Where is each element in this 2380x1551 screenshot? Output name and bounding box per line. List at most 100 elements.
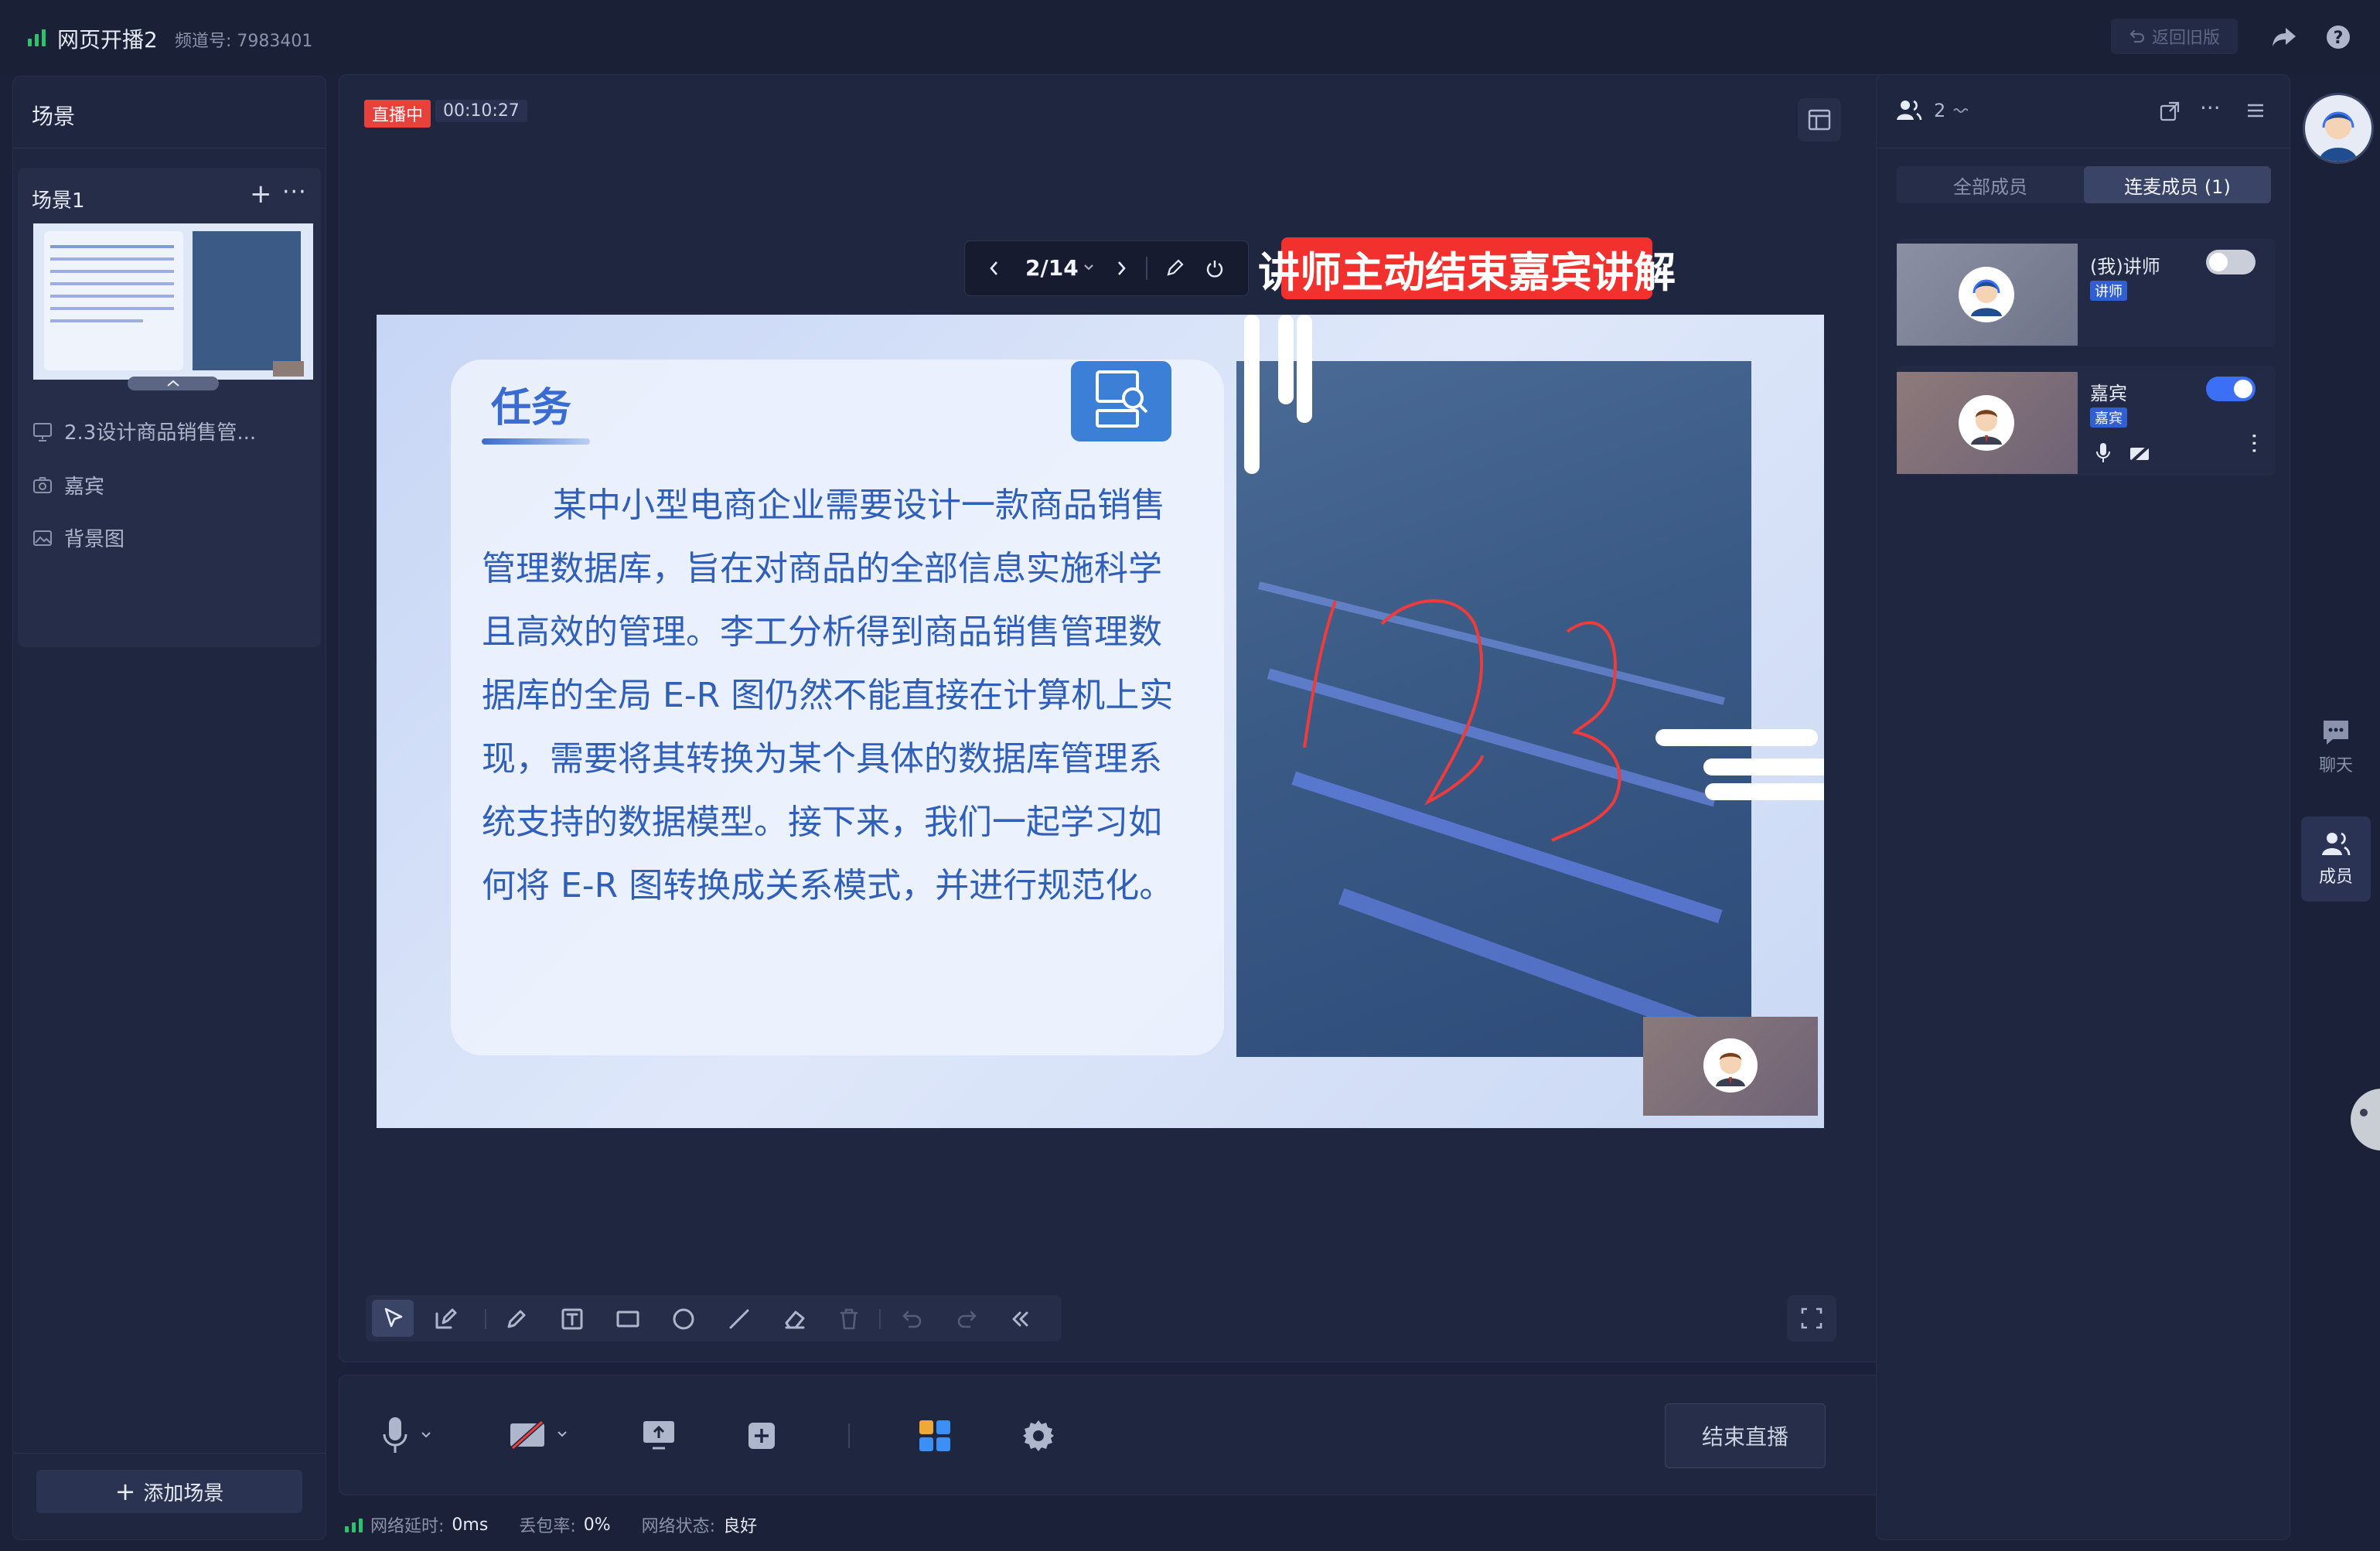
add-scene-button[interactable]: + 添加场景 <box>36 1470 302 1513</box>
menu-icon[interactable] <box>2245 100 2266 121</box>
share-icon[interactable] <box>2270 25 2298 49</box>
power-icon[interactable] <box>1203 257 1226 280</box>
channel-number: 频道号: 7983401 <box>175 32 313 51</box>
redo-icon[interactable] <box>953 1306 980 1332</box>
teacher-avatar <box>1959 267 2014 322</box>
camera-off-icon <box>510 1420 544 1450</box>
microphone-icon[interactable] <box>2095 441 2112 465</box>
apps-grid-icon[interactable] <box>918 1419 952 1453</box>
pencil-icon[interactable] <box>503 1306 530 1332</box>
guest-video-pip[interactable] <box>1643 1017 1818 1116</box>
collapse-toolbar-icon[interactable] <box>1006 1306 1032 1332</box>
help-icon[interactable]: ? <box>2324 23 2352 51</box>
screen-share-icon[interactable] <box>641 1419 677 1451</box>
tab-all-members[interactable]: 全部成员 <box>1897 166 2084 203</box>
image-icon <box>33 530 52 546</box>
scene-panel: 场景 场景1 + ··· 2.3设计商品销售管... 嘉宾 背景图 + 添加场景 <box>12 76 326 1540</box>
camera-button[interactable] <box>508 1419 568 1450</box>
slide-heading: 任务 <box>491 385 572 431</box>
next-page-icon[interactable] <box>1112 258 1130 278</box>
mic-link-toggle[interactable] <box>2206 377 2256 401</box>
side-nav-chat[interactable]: 聊天 <box>2303 718 2369 792</box>
slide-canvas[interactable]: 任务 某中小型电商企业需要设计一款商品销售管理数据库，旨在对商品的全部信息实施科… <box>377 315 1824 1128</box>
chevron-up-icon <box>167 380 179 387</box>
end-live-button[interactable]: 结束直播 <box>1665 1403 1826 1468</box>
wave-icon <box>1953 108 1968 113</box>
top-bar: 网页开播2 频道号: 7983401 返回旧版 ? <box>0 0 2380 74</box>
settings-gear-icon[interactable] <box>1020 1417 1057 1454</box>
add-icon[interactable]: + <box>250 179 272 210</box>
chevron-down-icon[interactable] <box>1083 261 1095 274</box>
layout-icon <box>1808 109 1831 131</box>
signal-icon <box>345 1517 363 1532</box>
floating-assistant-icon[interactable] <box>2351 1089 2380 1150</box>
scene-item-guest[interactable]: 嘉宾 <box>32 471 104 499</box>
prev-page-icon[interactable] <box>985 258 1004 278</box>
live-badge: 直播中 <box>364 100 431 128</box>
svg-text:?: ? <box>2334 29 2344 48</box>
undo-icon[interactable] <box>899 1306 926 1332</box>
presentation-icon <box>33 422 52 441</box>
fullscreen-icon <box>1801 1307 1823 1329</box>
annotation-strokes <box>1303 599 1621 842</box>
undo-icon <box>2129 29 2145 43</box>
trash-icon[interactable] <box>836 1306 862 1332</box>
scene-panel-title: 场景 <box>32 104 76 129</box>
signal-icon <box>28 28 46 46</box>
page-toolbar: 2/14 <box>964 240 1249 296</box>
pen-icon[interactable] <box>1163 257 1186 280</box>
scene-thumbnail[interactable] <box>33 223 313 380</box>
latency-value: 0ms <box>452 1515 489 1535</box>
edit-box-icon[interactable] <box>432 1306 459 1332</box>
microphone-icon <box>383 1417 407 1453</box>
member-row[interactable]: 嘉宾 嘉宾 ··· <box>1897 366 2276 476</box>
live-timer: 00:10:27 <box>435 100 527 122</box>
member-count: 2 <box>1934 100 1946 121</box>
text-icon[interactable] <box>559 1306 585 1332</box>
control-bar: 结束直播 <box>339 1375 1887 1495</box>
user-avatar[interactable] <box>2303 93 2374 164</box>
loss-value: 0% <box>583 1515 611 1535</box>
computer-search-icon <box>1071 361 1171 441</box>
member-row[interactable]: (我)讲师 讲师 <box>1897 239 2276 347</box>
member-name: 嘉宾 <box>2090 383 2127 404</box>
chevron-down-icon <box>421 1432 431 1438</box>
microphone-button[interactable] <box>380 1414 432 1456</box>
more-icon[interactable]: ··· <box>2200 95 2221 121</box>
select-tool[interactable] <box>372 1300 414 1337</box>
app-title: 网页开播2 <box>57 27 158 53</box>
member-tabs: 全部成员 连麦成员 (1) <box>1897 166 2271 203</box>
guest-avatar <box>1959 395 2014 451</box>
network-quality: 良好 <box>723 1517 758 1536</box>
scene-name: 场景1 <box>32 189 85 213</box>
camera-off-icon[interactable] <box>2129 445 2152 463</box>
eraser-icon[interactable] <box>782 1306 808 1332</box>
page-indicator[interactable]: 2/14 <box>1025 255 1079 281</box>
rectangle-icon[interactable] <box>615 1306 641 1332</box>
camera-icon <box>33 476 52 493</box>
collapse-handle[interactable] <box>128 377 219 390</box>
side-nav-members[interactable]: 成员 <box>2301 816 2371 902</box>
stage-panel: 直播中 00:10:27 2/14 讲师主动结束嘉宾讲解 任务 某中小型电商企业… <box>339 74 1887 1362</box>
add-media-icon[interactable] <box>746 1420 777 1451</box>
chat-icon <box>2324 721 2348 745</box>
member-name: (我)讲师 <box>2090 256 2160 278</box>
member-video <box>1897 372 2078 474</box>
fullscreen-button[interactable] <box>1787 1295 1836 1341</box>
drawing-toolbar <box>366 1295 1062 1341</box>
back-old-version-button[interactable]: 返回旧版 <box>2111 19 2238 54</box>
mic-link-toggle[interactable] <box>2206 250 2256 274</box>
chevron-down-icon <box>557 1431 567 1437</box>
layout-button[interactable] <box>1798 98 1841 141</box>
line-icon[interactable] <box>726 1306 752 1332</box>
circle-icon[interactable] <box>670 1306 697 1332</box>
scene-card[interactable]: 场景1 + ··· 2.3设计商品销售管... 嘉宾 背景图 <box>18 168 321 647</box>
more-icon[interactable]: ··· <box>282 179 307 206</box>
more-vertical-icon[interactable]: ··· <box>2240 432 2267 455</box>
tab-connected-members[interactable]: 连麦成员 (1) <box>2084 166 2271 203</box>
scene-item-presentation[interactable]: 2.3设计商品销售管... <box>32 417 256 445</box>
scene-item-background[interactable]: 背景图 <box>32 523 124 552</box>
popout-icon[interactable] <box>2158 100 2181 123</box>
role-badge: 讲师 <box>2090 281 2127 301</box>
members-panel: 2 ··· 全部成员 连麦成员 (1) (我)讲师 讲师 嘉宾 嘉宾 ··· <box>1876 74 2290 1540</box>
